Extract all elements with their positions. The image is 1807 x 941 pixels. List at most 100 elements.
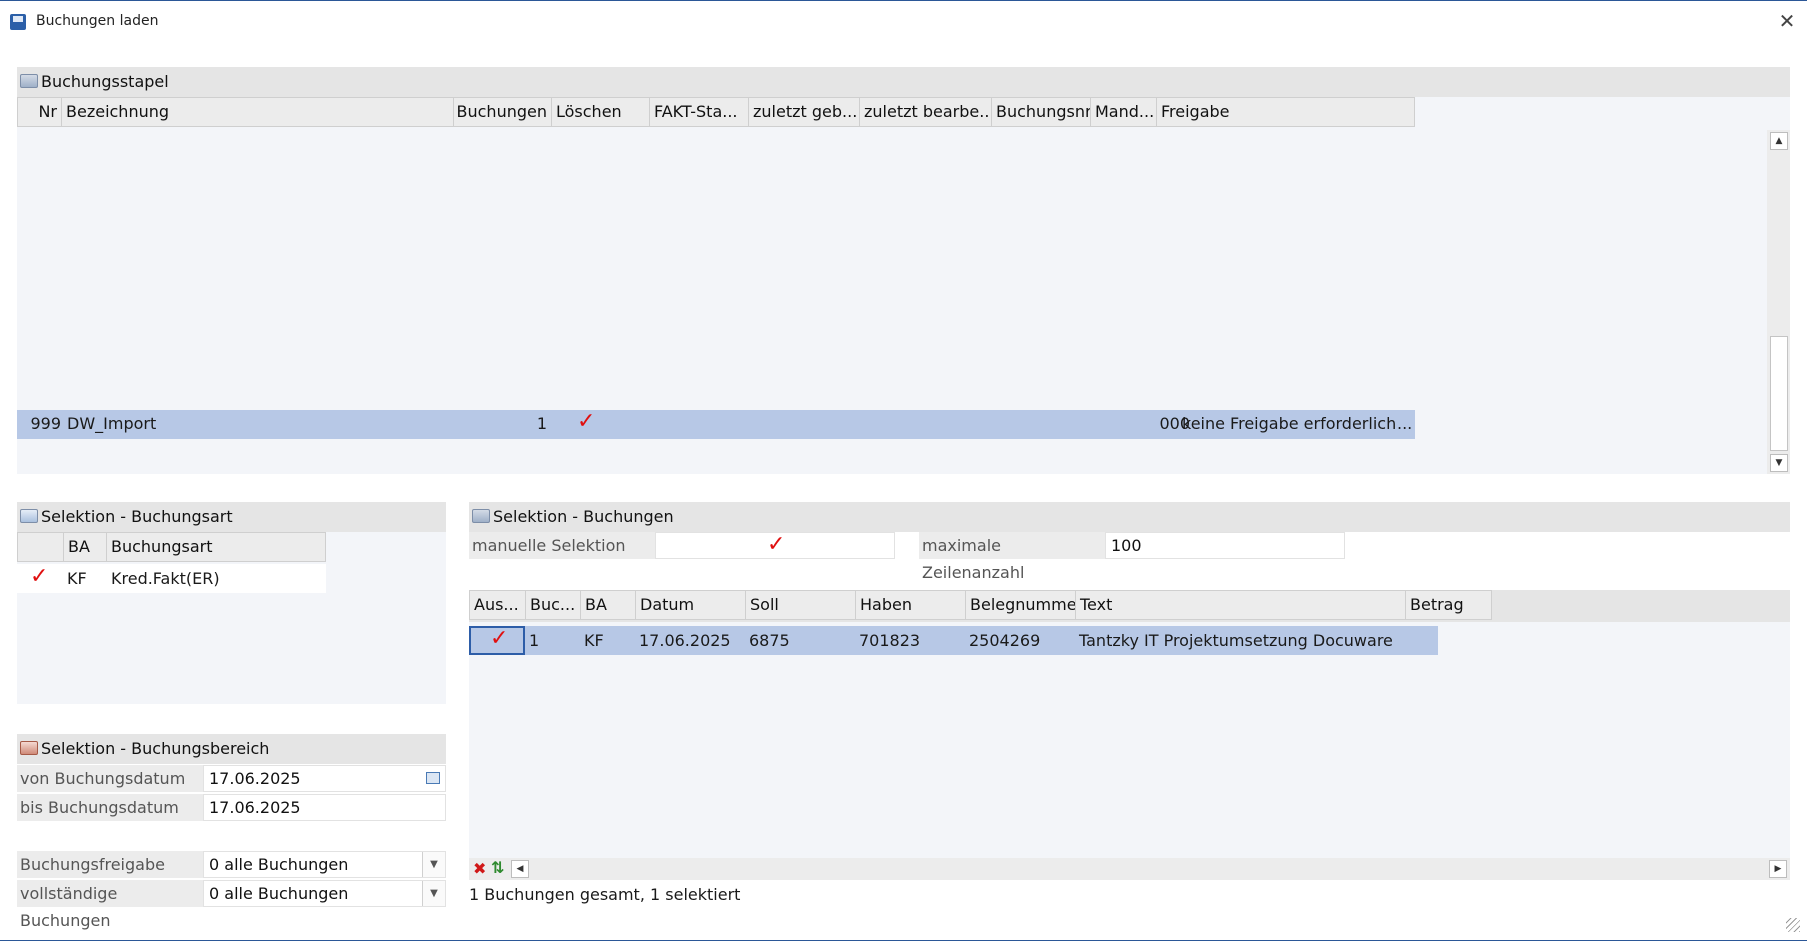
col-check[interactable] [18, 533, 64, 561]
col-bezeichnung[interactable]: Bezeichnung [62, 98, 454, 126]
von-datum-field[interactable]: 17.06.2025 [203, 765, 446, 792]
col-auswahl[interactable]: Aus... [470, 591, 526, 619]
row-bezeichnung: DW_Import [67, 414, 157, 433]
col-freigabe[interactable]: Freigabe [1157, 98, 1414, 126]
folder-icon [20, 74, 38, 88]
row-check-icon[interactable]: ✓ [490, 628, 508, 650]
col-buchung[interactable]: Buc... [526, 591, 581, 619]
edit-icon [20, 509, 38, 523]
buchungsart-header: Selektion - Buchungsart [17, 502, 446, 532]
buchungsart-row[interactable]: ✓ KF Kred.Fakt(ER) [17, 564, 326, 593]
bereich-title: Selektion - Buchungsbereich [41, 739, 270, 758]
row-buchungen: 1 [536, 414, 547, 433]
col-nr[interactable]: Nr [18, 98, 62, 126]
col-zuletzt-bearbeitet[interactable]: zuletzt bearbe... [860, 98, 992, 126]
col-buchungen[interactable]: Buchungen [454, 98, 552, 126]
freigabe-value: 0 alle Buchungen [209, 855, 349, 874]
col-belegnummer[interactable]: Belegnummer [966, 591, 1076, 619]
col-buchungsart[interactable]: Buchungsart [107, 533, 325, 561]
stapel-header: Buchungsstapel [17, 67, 1790, 97]
edit-range-icon [20, 741, 38, 755]
buchungen-grid-header: Aus... Buc... BA Datum Soll Haben Belegn… [469, 590, 1492, 620]
freigabe-select[interactable]: 0 alle Buchungen ▼ [203, 851, 446, 878]
buchungsart-title: Selektion - Buchungsart [41, 507, 233, 526]
col-loeschen[interactable]: Löschen [552, 98, 650, 126]
buchungen-row[interactable]: ✓ 1 KF 17.06.2025 6875 701823 2504269 Ta… [469, 626, 1438, 655]
manuell-checkbox[interactable]: ✓ [655, 532, 895, 559]
buchungsart-panel: Selektion - Buchungsart BA Buchungsart ✓… [17, 502, 446, 704]
buchungen-header: Selektion - Buchungen [469, 502, 1790, 532]
buchungsart-ba: KF [67, 569, 87, 588]
title-bar: Buchungen laden ✕ [0, 0, 1807, 42]
calendar-icon[interactable] [426, 772, 440, 784]
col-ba[interactable]: BA [64, 533, 107, 561]
buchungen-panel: Selektion - Buchungen manuelle Selektion… [469, 502, 1790, 914]
bereich-panel: Selektion - Buchungsbereich von Buchungs… [17, 734, 446, 930]
col-betrag[interactable]: Betrag [1406, 591, 1492, 619]
von-label: von Buchungsdatum [17, 765, 203, 792]
row-haben: 701823 [859, 631, 921, 650]
bis-datum-value: 17.06.2025 [209, 798, 301, 817]
close-button[interactable]: ✕ [1776, 10, 1798, 32]
bereich-header: Selektion - Buchungsbereich [17, 734, 446, 764]
col-zuletzt-geb[interactable]: zuletzt geb... [749, 98, 860, 126]
row-nr: 999 [30, 414, 61, 433]
col-mandant[interactable]: Mand... [1091, 98, 1157, 126]
row-freigabe: keine Freigabe erforderlich [1182, 414, 1397, 433]
sort-icon[interactable]: ⇅ [491, 858, 504, 877]
manuell-label: manuelle Selektion [469, 532, 655, 559]
scroll-up-button[interactable]: ▲ [1770, 132, 1788, 150]
chevron-down-icon[interactable]: ▼ [422, 881, 445, 906]
stapel-title: Buchungsstapel [41, 72, 169, 91]
filter-icon [472, 509, 490, 523]
buchungen-status: 1 Buchungen gesamt, 1 selektiert [469, 885, 741, 904]
row-datum: 17.06.2025 [639, 631, 731, 650]
row-soll: 6875 [749, 631, 790, 650]
col-text[interactable]: Text [1076, 591, 1406, 619]
col-haben[interactable]: Haben [856, 591, 966, 619]
vollstaendig-select[interactable]: 0 alle Buchungen ▼ [203, 880, 446, 907]
chevron-down-icon[interactable]: ▼ [422, 852, 445, 877]
manuell-check-icon[interactable]: ✓ [767, 534, 785, 556]
row-buchung: 1 [529, 631, 540, 650]
max-zeilen-field[interactable]: 100 [1105, 532, 1345, 559]
col-ba[interactable]: BA [581, 591, 636, 619]
col-datum[interactable]: Datum [636, 591, 746, 619]
stapel-row[interactable]: 999 DW_Import 1 ✓ 000 keine Freigabe erf… [17, 410, 1415, 439]
row-more[interactable]: ... [1397, 414, 1412, 433]
loeschen-check-icon[interactable]: ✓ [577, 411, 595, 433]
save-icon [10, 14, 26, 30]
buchungsart-name: Kred.Fakt(ER) [111, 569, 220, 588]
row-text: Tantzky IT Projektumsetzung Docuware [1079, 631, 1393, 650]
scroll-thumb[interactable] [1770, 336, 1788, 451]
hscroll-track[interactable] [531, 860, 1767, 878]
row-ba: KF [584, 631, 604, 650]
buchungsart-check-icon[interactable]: ✓ [30, 566, 48, 588]
resize-grip-icon[interactable] [1786, 918, 1800, 932]
max-label: maximale Zeilenanzahl [919, 532, 1105, 582]
vollstaendig-label: vollständige Buchungen [17, 880, 203, 930]
buchungsart-grid-header: BA Buchungsart [17, 532, 326, 562]
col-soll[interactable]: Soll [746, 591, 856, 619]
stapel-empty-area [25, 134, 1415, 399]
scroll-down-button[interactable]: ▼ [1770, 454, 1788, 472]
stapel-grid-header: Nr Bezeichnung Buchungen Löschen FAKT-St… [17, 97, 1415, 127]
stapel-panel: Buchungsstapel Nr Bezeichnung Buchungen … [17, 67, 1790, 474]
buchungen-title: Selektion - Buchungen [493, 507, 674, 526]
bis-datum-field[interactable]: 17.06.2025 [203, 794, 446, 821]
row-belegnummer: 2504269 [969, 631, 1041, 650]
stapel-vscrollbar[interactable]: ▲ ▼ [1767, 130, 1790, 474]
buchungen-toolbar: ✖ ⇅ ◀ ▶ [469, 858, 1790, 880]
freigabe-label: Buchungsfreigabe [17, 851, 203, 878]
delete-icon[interactable]: ✖ [473, 859, 486, 878]
von-datum-value: 17.06.2025 [209, 769, 301, 788]
max-zeilen-value: 100 [1111, 536, 1142, 555]
buchungen-grid: Aus... Buc... BA Datum Soll Haben Belegn… [469, 590, 1790, 879]
col-buchungsnr[interactable]: Buchungsnr [992, 98, 1091, 126]
scroll-left-button[interactable]: ◀ [511, 860, 529, 878]
row-select-cell[interactable]: ✓ [469, 626, 525, 655]
col-fakt-status[interactable]: FAKT-Sta... [650, 98, 749, 126]
window-title: Buchungen laden [36, 13, 159, 29]
scroll-right-button[interactable]: ▶ [1769, 860, 1787, 878]
bis-label: bis Buchungsdatum [17, 794, 203, 821]
